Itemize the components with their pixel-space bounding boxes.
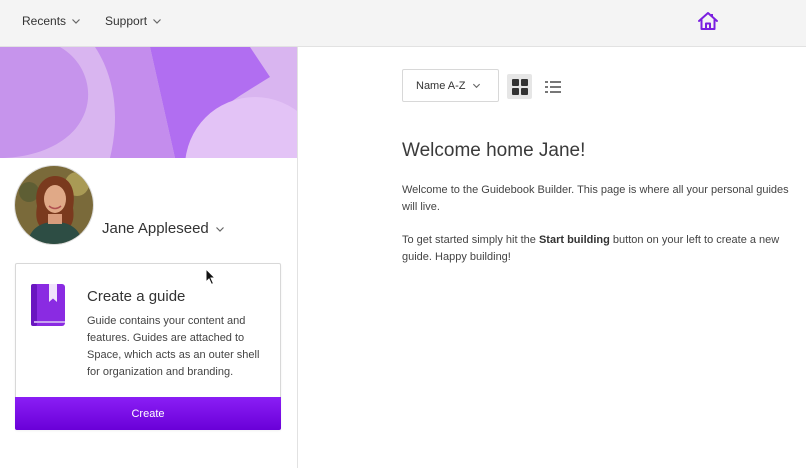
- profile-banner: [0, 47, 297, 158]
- grid-view-icon: [511, 78, 528, 95]
- recents-label: Recents: [22, 14, 67, 28]
- instructions-paragraph: To get started simply hit the Start buil…: [402, 232, 802, 266]
- card-description: Guide contains your content and features…: [87, 315, 260, 378]
- support-label: Support: [105, 14, 148, 28]
- chevron-down-icon: [472, 83, 480, 89]
- create-guide-card: Create a guide Guide contains your conte…: [15, 263, 281, 430]
- welcome-paragraph: Welcome to the Guidebook Builder. This p…: [402, 184, 789, 213]
- avatar-photo: [15, 166, 93, 244]
- user-name: Jane Appleseed: [102, 220, 209, 237]
- sort-label: Name A-Z: [416, 79, 466, 92]
- recents-menu[interactable]: Recents: [22, 0, 81, 42]
- avatar[interactable]: [14, 165, 94, 245]
- user-menu[interactable]: Jane Appleseed: [102, 220, 225, 237]
- instructions-text-start: To get started simply hit the: [402, 234, 539, 246]
- list-view-button[interactable]: [540, 74, 565, 99]
- page-title: Welcome home Jane!: [402, 140, 586, 161]
- home-icon[interactable]: [697, 10, 719, 32]
- card-title: Create a guide: [87, 288, 186, 305]
- sidebar: Jane Appleseed Create a guide Guide cont…: [0, 47, 298, 468]
- chevron-down-icon: [153, 19, 161, 24]
- grid-view-button[interactable]: [507, 74, 532, 99]
- mouse-cursor-icon: [205, 268, 217, 286]
- start-building-emphasis: Start building: [538, 234, 610, 246]
- chevron-down-icon: [72, 19, 80, 24]
- top-bar: Recents Support: [0, 0, 806, 47]
- book-icon: [31, 284, 65, 326]
- list-view-icon: [544, 80, 561, 93]
- sort-dropdown[interactable]: Name A-Z: [402, 69, 499, 102]
- support-menu[interactable]: Support: [105, 0, 162, 42]
- create-button[interactable]: Create: [15, 397, 281, 430]
- chevron-down-icon: [215, 226, 224, 232]
